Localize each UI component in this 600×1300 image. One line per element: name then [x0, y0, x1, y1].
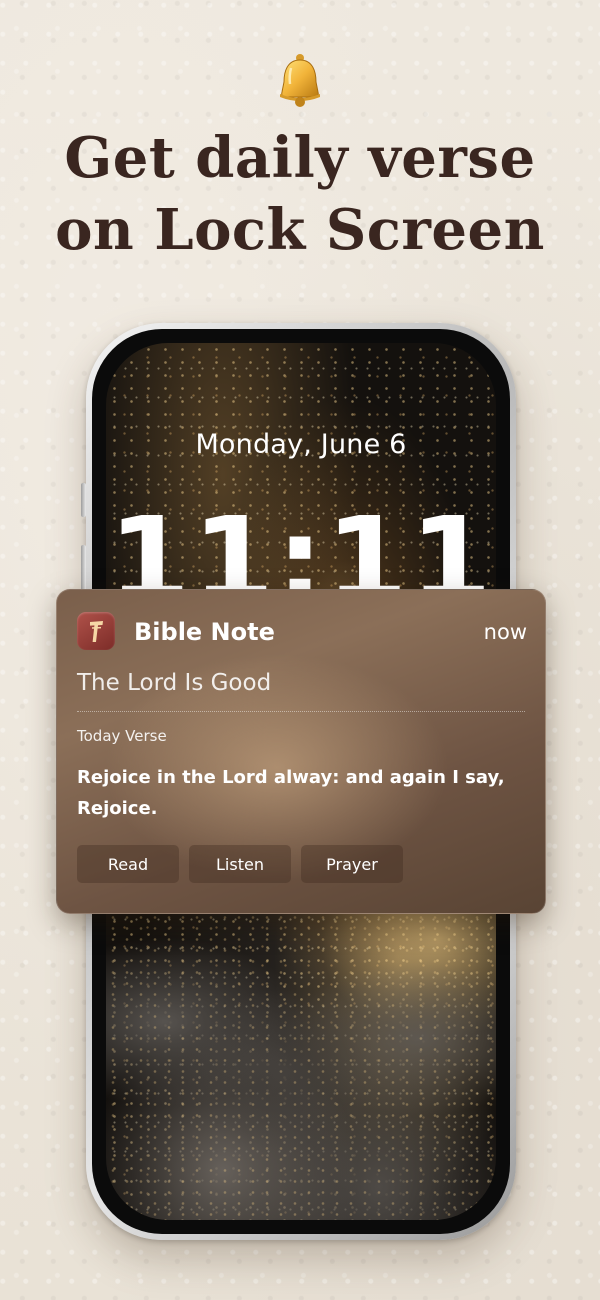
notification-card[interactable]: Bible Note now The Lord Is Good Today Ve…: [56, 589, 546, 914]
headline-line-2: on Lock Screen: [55, 197, 545, 263]
wallpaper-cloud-glitter: [106, 890, 496, 1220]
notification-title: The Lord Is Good: [77, 670, 272, 696]
read-button[interactable]: Read: [77, 845, 179, 883]
bell-icon: [270, 50, 330, 110]
headline: Get daily verse on Lock Screen: [0, 122, 600, 266]
phone-side-button: [81, 483, 86, 517]
headline-line-1: Get daily verse: [64, 125, 536, 191]
prayer-button[interactable]: Prayer: [301, 845, 403, 883]
bible-note-app-icon: [77, 612, 115, 650]
listen-button[interactable]: Listen: [189, 845, 291, 883]
verse-text: Rejoice in the Lord alway: and again I s…: [77, 767, 505, 819]
notification-app-name: Bible Note: [134, 618, 275, 646]
notification-actions: Read Listen Prayer: [77, 845, 403, 883]
notification-label: Today Verse: [77, 727, 167, 745]
notification-divider: [77, 711, 525, 712]
lock-screen-date: Monday, June 6: [195, 429, 407, 460]
notification-time: now: [483, 620, 527, 644]
